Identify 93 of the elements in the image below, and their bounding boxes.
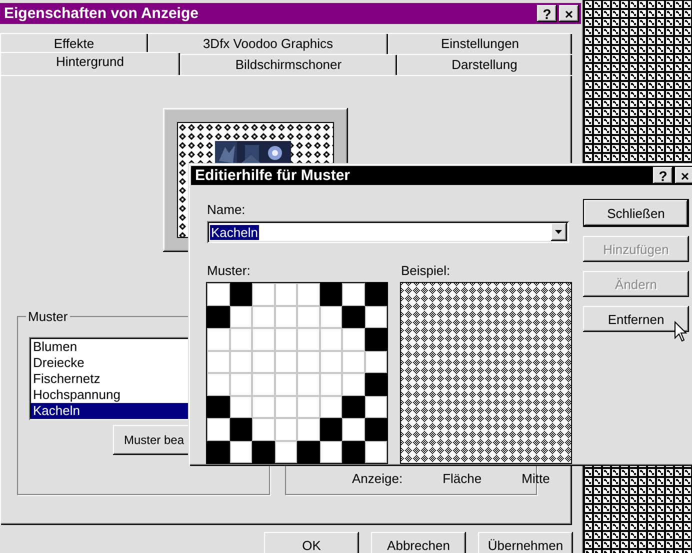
tab[interactable]: Effekte [0,33,148,54]
dialog-button[interactable]: Entfernen [583,306,689,332]
display-option[interactable]: Fläche [442,471,482,486]
pattern-cell[interactable] [364,440,387,463]
pattern-cell[interactable] [297,328,320,350]
pattern-cell[interactable] [207,440,230,463]
group-label: Muster [26,309,70,324]
pattern-cell[interactable] [342,418,364,440]
pattern-cell[interactable] [207,306,230,328]
dialog-title: Editierhilfe für Muster [195,167,352,184]
tab[interactable]: 3Dfx Voodoo Graphics [148,33,388,54]
sample-label: Beispiel: [401,263,450,279]
close-button[interactable]: × [675,167,692,184]
pattern-cell[interactable] [230,350,252,373]
pattern-cell[interactable] [207,373,230,396]
pattern-cell[interactable] [320,350,342,373]
pattern-cell[interactable] [364,328,387,350]
pattern-cell[interactable] [274,396,297,418]
pattern-cell[interactable] [230,283,252,306]
display-label: Anzeige: [352,471,403,486]
pattern-cell[interactable] [342,440,364,463]
pattern-cell[interactable] [297,440,320,463]
pattern-cell[interactable] [364,373,387,396]
display-option[interactable]: Mitte [522,471,550,486]
pattern-label: Muster: [207,263,252,279]
pattern-cell[interactable] [252,350,274,373]
pattern-cell[interactable] [207,283,230,306]
pattern-cell[interactable] [252,328,274,350]
pattern-cell[interactable] [274,306,297,328]
pattern-cell[interactable] [230,418,252,440]
pattern-cell[interactable] [297,350,320,373]
tab[interactable]: Darstellung [397,54,572,75]
pattern-cell[interactable] [320,440,342,463]
pattern-cell[interactable] [320,306,342,328]
pattern-cell[interactable] [320,418,342,440]
pattern-cell[interactable] [252,396,274,418]
dialog-button[interactable]: Übernehmen [478,532,573,553]
window-title: Eigenschaften von Anzeige [4,5,200,22]
dropdown-arrow-icon [555,230,563,234]
pattern-cell[interactable] [274,350,297,373]
cursor-icon [674,321,688,343]
pattern-cell[interactable] [320,328,342,350]
pattern-cell[interactable] [207,396,230,418]
pattern-cell[interactable] [364,396,387,418]
dialog-button[interactable]: OK [264,532,359,553]
pattern-cell[interactable] [274,418,297,440]
pattern-cell[interactable] [274,440,297,463]
pattern-cell[interactable] [342,350,364,373]
pattern-cell[interactable] [364,418,387,440]
pattern-cell[interactable] [252,440,274,463]
pattern-cell[interactable] [230,328,252,350]
pattern-cell[interactable] [207,328,230,350]
name-label: Name: [207,202,246,218]
pattern-cell[interactable] [320,373,342,396]
pattern-cell[interactable] [342,373,364,396]
pattern-cell[interactable] [297,283,320,306]
help-button[interactable]: ? [653,167,673,184]
name-value: Kacheln [210,224,259,240]
pattern-cell[interactable] [320,283,342,306]
pattern-cell[interactable] [230,396,252,418]
tab[interactable]: Einstellungen [388,33,572,54]
pattern-cell[interactable] [320,396,342,418]
pattern-cell[interactable] [252,306,274,328]
pattern-cell[interactable] [364,283,387,306]
pattern-cell[interactable] [342,396,364,418]
pattern-cell[interactable] [252,373,274,396]
pattern-cell[interactable] [230,306,252,328]
dropdown-button[interactable] [551,223,567,241]
pattern-cell[interactable] [274,373,297,396]
pattern-cell[interactable] [297,306,320,328]
help-button[interactable]: ? [537,5,557,22]
dialog-button[interactable]: Schließen [583,199,689,227]
pattern-cell[interactable] [252,283,274,306]
name-combobox[interactable]: Kacheln [207,221,569,243]
pattern-cell[interactable] [207,350,230,373]
pattern-cell[interactable] [342,306,364,328]
pattern-cell[interactable] [364,350,387,373]
tab[interactable]: Bildschirmschoner [180,54,397,75]
pattern-cell[interactable] [297,396,320,418]
pattern-cell[interactable] [342,283,364,306]
pattern-cell[interactable] [364,306,387,328]
dialog-button[interactable]: Abbrechen [371,532,466,553]
pattern-cell[interactable] [274,283,297,306]
pattern-cell[interactable] [274,328,297,350]
pattern-cell[interactable] [342,328,364,350]
tab[interactable]: Hintergrund [0,52,180,75]
pattern-cell[interactable] [207,418,230,440]
pattern-cell[interactable] [230,373,252,396]
close-button[interactable]: × [559,5,579,22]
pattern-cell[interactable] [230,440,252,463]
pattern-cell[interactable] [297,373,320,396]
pattern-cell[interactable] [297,418,320,440]
pattern-cell[interactable] [252,418,274,440]
